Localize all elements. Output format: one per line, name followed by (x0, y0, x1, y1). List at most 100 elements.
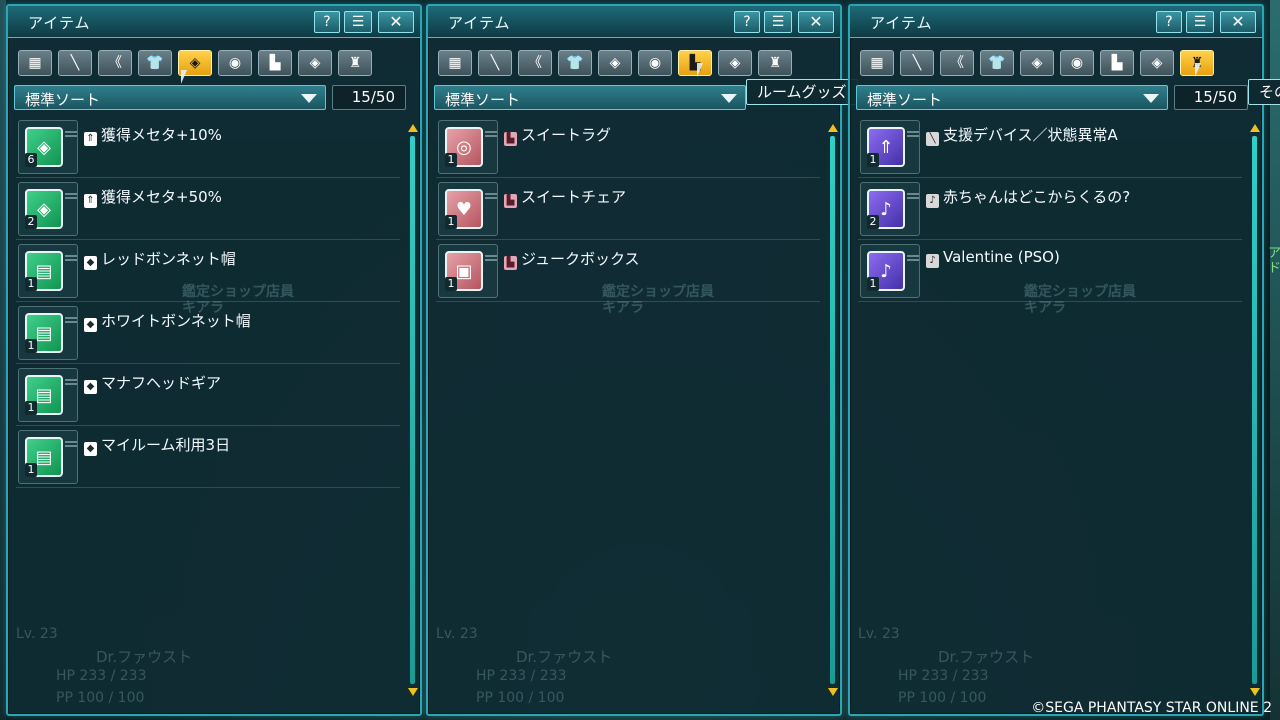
scrollbar[interactable] (1250, 124, 1260, 696)
tab-shirt-icon[interactable]: 👕 (558, 50, 592, 76)
tab-tag-icon[interactable]: ◈ (1020, 50, 1054, 76)
sort-settings-button[interactable]: ☰ (764, 11, 792, 33)
sort-settings-button[interactable]: ☰ (344, 11, 372, 33)
help-button[interactable]: ? (734, 11, 760, 33)
list-item[interactable]: ♥ 1 ▙ スイートチェア (436, 178, 820, 240)
lock-icon (907, 255, 919, 261)
close-button[interactable]: ✕ (798, 11, 834, 33)
scrollbar[interactable] (408, 124, 418, 696)
tab-diamond-icon[interactable]: ◈ (1140, 50, 1174, 76)
panel-titlebar[interactable]: アイテム ? ☰ ✕ (850, 6, 1262, 38)
tab-claws-icon[interactable]: 《 (940, 50, 974, 76)
category-icon: ╲ (926, 132, 939, 146)
lock-icon (485, 131, 497, 137)
category-icon: ▙ (504, 256, 517, 270)
list-item[interactable]: ◈ 2 ⇑ 獲得メセタ+50% (16, 178, 400, 240)
panel-titlebar[interactable]: アイテム ? ☰ ✕ (8, 6, 420, 38)
grid-icon: ▦ (28, 55, 42, 71)
sort-dropdown[interactable]: 標準ソート (856, 85, 1168, 110)
item-name: ▙ ジュークボックス (504, 248, 640, 270)
item-name-text: 支援デバイス／状態異常A (943, 126, 1118, 144)
item-icon-frame: ⇑ 1 (860, 120, 920, 174)
item-icon-frame: ▤ 1 (18, 368, 78, 422)
scroll-down-icon[interactable] (408, 688, 418, 696)
claws-icon: 《 (108, 55, 122, 71)
help-button[interactable]: ? (314, 11, 340, 33)
tab-diamond-icon[interactable]: ◈ (298, 50, 332, 76)
list-item[interactable]: ⇑ 1 ╲ 支援デバイス／状態異常A (858, 116, 1242, 178)
item-quantity: 6 (25, 153, 37, 167)
help-button[interactable]: ? (1156, 11, 1182, 33)
scroll-track[interactable] (410, 136, 415, 684)
sort-dropdown[interactable]: 標準ソート (14, 85, 326, 110)
scroll-down-icon[interactable] (1250, 688, 1260, 696)
tab-sword-icon[interactable]: ╲ (478, 50, 512, 76)
tab-grid-icon[interactable]: ▦ (438, 50, 472, 76)
tab-disc-icon[interactable]: ◉ (1060, 50, 1094, 76)
tab-bag-icon[interactable]: ♜ (338, 50, 372, 76)
item-icon-frame: ◈ 2 (18, 182, 78, 236)
close-button[interactable]: ✕ (378, 11, 414, 33)
list-item[interactable]: ▤ 1 ◆ マイルーム利用3日 (16, 426, 400, 488)
item-quantity: 2 (867, 215, 879, 229)
panel-title: アイテム (28, 14, 91, 32)
scroll-up-icon[interactable] (828, 124, 838, 132)
diamond-icon: ◈ (1151, 55, 1163, 71)
chevron-down-icon (1143, 94, 1159, 103)
lock-icon (65, 317, 77, 323)
claws-icon: 《 (950, 55, 964, 71)
category-icon: ⇑ (84, 194, 97, 208)
close-button[interactable]: ✕ (1220, 11, 1256, 33)
ghost-pp: PP 100 / 100 (476, 690, 565, 706)
ghost-status-hud: Lv. 23 Dr.ファウスト HP 233 / 233 PP 100 / 10… (858, 622, 1178, 712)
list-item[interactable]: ◎ 1 ▙ スイートラグ (436, 116, 820, 178)
tab-claws-icon[interactable]: 《 (98, 50, 132, 76)
list-item[interactable]: ▤ 1 ◆ ホワイトボンネット帽 (16, 302, 400, 364)
category-icon: ▙ (504, 194, 517, 208)
list-item[interactable]: ♪ 1 ♪ Valentine (PSO) (858, 240, 1242, 302)
tab-chair-icon[interactable]: ▙ (258, 50, 292, 76)
sort-dropdown[interactable]: 標準ソート (434, 85, 746, 110)
scrollbar[interactable] (828, 124, 838, 696)
tab-bag-icon[interactable]: ♜ (758, 50, 792, 76)
right-edge (1270, 0, 1280, 720)
tab-chair-icon[interactable]: ▙ (678, 50, 712, 76)
sword-icon: ╲ (490, 55, 500, 71)
list-item[interactable]: ▤ 1 ◆ マナフヘッドギア (16, 364, 400, 426)
item-quantity: 2 (25, 215, 37, 229)
list-item[interactable]: ▤ 1 ◆ レッドボンネット帽 (16, 240, 400, 302)
scroll-up-icon[interactable] (1250, 124, 1260, 132)
ghost-level: Lv. 23 (16, 626, 58, 642)
tab-shirt-icon[interactable]: 👕 (980, 50, 1014, 76)
scroll-up-icon[interactable] (408, 124, 418, 132)
scroll-track[interactable] (830, 136, 835, 684)
sort-label: 標準ソート (445, 91, 521, 109)
tab-grid-icon[interactable]: ▦ (860, 50, 894, 76)
diamond-icon: ◈ (729, 55, 741, 71)
scroll-down-icon[interactable] (828, 688, 838, 696)
list-item[interactable]: ♪ 2 ♪ 赤ちゃんはどこからくるの? (858, 178, 1242, 240)
list-item[interactable]: ▣ 1 ▙ ジュークボックス (436, 240, 820, 302)
mouse-cursor-icon (697, 63, 703, 77)
category-icon: ♪ (926, 194, 939, 208)
list-item[interactable]: ◈ 6 ⇑ 獲得メセタ+10% (16, 116, 400, 178)
tab-sword-icon[interactable]: ╲ (900, 50, 934, 76)
tab-shirt-icon[interactable]: 👕 (138, 50, 172, 76)
tab-sword-icon[interactable]: ╲ (58, 50, 92, 76)
scroll-track[interactable] (1252, 136, 1257, 684)
tab-disc-icon[interactable]: ◉ (218, 50, 252, 76)
tab-claws-icon[interactable]: 《 (518, 50, 552, 76)
item-quantity: 1 (445, 277, 457, 291)
tab-disc-icon[interactable]: ◉ (638, 50, 672, 76)
tab-tag-icon[interactable]: ◈ (598, 50, 632, 76)
tab-grid-icon[interactable]: ▦ (18, 50, 52, 76)
sort-settings-button[interactable]: ☰ (1186, 11, 1214, 33)
panel-titlebar[interactable]: アイテム ? ☰ ✕ (428, 6, 840, 38)
item-name-text: スイートチェア (521, 188, 627, 206)
tab-chair-icon[interactable]: ▙ (1100, 50, 1134, 76)
item-quantity: 1 (867, 277, 879, 291)
category-icon: ◆ (84, 380, 97, 394)
item-icon-frame: ▣ 1 (438, 244, 498, 298)
item-name: ▙ スイートチェア (504, 186, 626, 208)
tab-diamond-icon[interactable]: ◈ (718, 50, 752, 76)
